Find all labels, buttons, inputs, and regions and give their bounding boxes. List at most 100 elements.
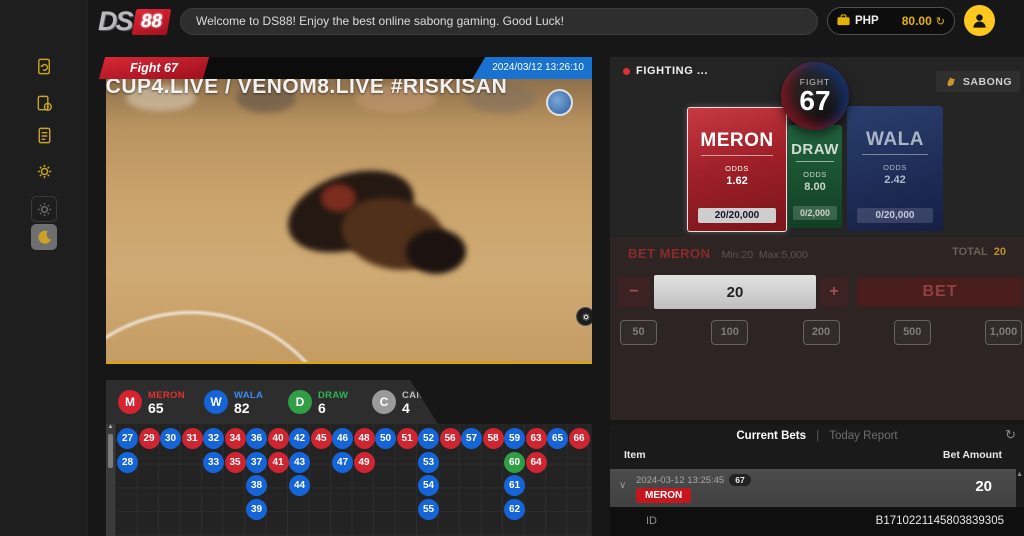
tab-today-report[interactable]: Today Report <box>829 430 897 442</box>
result-dot: 59 <box>504 428 525 449</box>
chip-200[interactable]: 200 <box>803 320 840 345</box>
chevron-down-icon[interactable]: ∨ <box>619 480 626 491</box>
stat-count: 65 <box>148 401 185 415</box>
records-icon[interactable] <box>31 122 57 148</box>
result-dot: 61 <box>504 475 525 496</box>
result-dot: 66 <box>569 428 590 449</box>
result-dot: 48 <box>354 428 375 449</box>
total-label: TOTAL <box>952 246 988 258</box>
max-bet: Max:5,000 <box>759 249 808 261</box>
chip-50[interactable]: 50 <box>620 320 657 345</box>
result-dot: 34 <box>225 428 246 449</box>
stat-label: MERON <box>148 390 185 401</box>
card-divider <box>862 154 928 155</box>
min-bet: Min:20 <box>722 249 754 261</box>
avatar[interactable] <box>964 5 995 36</box>
scrollbar-thumb[interactable] <box>108 434 113 468</box>
withdraw-icon[interactable] <box>31 90 57 116</box>
bet-time: 2024-03-12 13:25:45 <box>636 475 724 486</box>
result-dot: 47 <box>332 452 353 473</box>
result-dot: 42 <box>289 428 310 449</box>
result-dot: 55 <box>418 499 439 520</box>
chip-1000[interactable]: 1,000 <box>985 320 1022 345</box>
bets-tabs: Current Bets | Today Report <box>610 425 1024 447</box>
result-dot: 36 <box>246 428 267 449</box>
card-divider <box>796 161 834 162</box>
wala-card[interactable]: WALA ODDS 2.42 0/20,000 <box>847 106 943 231</box>
odds-value: 1.62 <box>726 175 747 187</box>
live-status-dot <box>623 68 630 75</box>
fight-number: 67 <box>799 87 830 115</box>
bet-amount-input[interactable] <box>654 275 816 309</box>
decrease-bet-button[interactable]: − <box>618 277 650 307</box>
increase-bet-button[interactable]: + <box>820 277 848 307</box>
result-dot: 60 <box>504 452 525 473</box>
stat-label: CANCEL <box>402 390 443 401</box>
bet-button[interactable]: BET <box>857 277 1023 307</box>
result-dot: 57 <box>461 428 482 449</box>
deposit-icon[interactable] <box>31 53 57 79</box>
bet-amount-value: 20 <box>975 478 992 495</box>
result-dot: 51 <box>397 428 418 449</box>
bet-row[interactable]: ∨ 2024-03-12 13:25:4567 MERON 20 <box>610 469 1016 507</box>
dark-mode-icon[interactable] <box>31 224 57 250</box>
result-dot: 27 <box>117 428 138 449</box>
result-dot: 30 <box>160 428 181 449</box>
live-video-player[interactable]: UCUP4.LIVE / VENOM8.LIVE #RISKISAN <box>106 79 592 364</box>
rooster-silhouette <box>406 229 466 274</box>
video-settings-icon[interactable] <box>576 307 592 326</box>
wallet-icon <box>837 14 850 28</box>
draw-badge: D <box>288 390 312 414</box>
cancel-badge: C <box>372 390 396 414</box>
stat-draw: D DRAW6 <box>288 390 352 415</box>
result-dot: 63 <box>526 428 547 449</box>
result-dot: 44 <box>289 475 310 496</box>
scroll-up-icon[interactable]: ▲ <box>106 424 115 430</box>
result-dot: 41 <box>268 452 289 473</box>
result-dot: 58 <box>483 428 504 449</box>
video-timestamp: 2024/03/12 13:26:10 <box>472 57 592 79</box>
card-title: DRAW <box>791 141 839 158</box>
id-label: ID <box>646 515 657 527</box>
grid-scrollbar[interactable]: ▲ <box>106 424 115 536</box>
chip-100[interactable]: 100 <box>711 320 748 345</box>
draw-card[interactable]: DRAW ODDS 8.00 0/2,000 <box>788 125 842 228</box>
rooster-silhouette <box>321 184 356 212</box>
light-mode-icon[interactable] <box>31 196 57 222</box>
meron-card[interactable]: MERON ODDS 1.62 20/20,000 <box>687 107 787 232</box>
bets-scroll-up-icon[interactable]: ▲ <box>1016 471 1023 478</box>
result-dot: 37 <box>246 452 267 473</box>
bets-table-header: Item Bet Amount <box>610 449 1024 467</box>
wallet-balance: 80.00 <box>902 14 932 28</box>
stat-label: DRAW <box>318 390 348 401</box>
stat-cancel: C CANCEL4 <box>372 390 438 415</box>
stat-label: WALA <box>234 390 263 401</box>
wallet-pill[interactable]: PHP 80.00 ↻ <box>827 7 955 35</box>
result-dot: 54 <box>418 475 439 496</box>
stat-meron: M MERON65 <box>118 390 184 415</box>
current-bets-panel: Current Bets | Today Report ↻ Item Bet A… <box>610 425 1024 536</box>
settings-gear-icon[interactable] <box>31 158 57 184</box>
chip-500[interactable]: 500 <box>894 320 931 345</box>
odds-label: ODDS <box>725 164 749 173</box>
stream-watermark: UCUP4.LIVE / VENOM8.LIVE #RISKISAN <box>106 79 507 99</box>
result-dot: 43 <box>289 452 310 473</box>
arena-chalk-ring <box>106 311 346 364</box>
game-type-label: SABONG <box>963 76 1012 88</box>
game-type-chip[interactable]: SABONG <box>936 71 1020 92</box>
welcome-marquee: Welcome to DS88! Enjoy the best online s… <box>180 8 818 35</box>
results-grid[interactable]: ▲ 27282930313233343536373839404142434445… <box>106 424 592 536</box>
bets-refresh-icon[interactable]: ↻ <box>1005 427 1016 443</box>
result-dot: 64 <box>526 452 547 473</box>
result-dot: 31 <box>182 428 203 449</box>
tab-separator: | <box>816 430 819 442</box>
quick-chip-row: 50 100 200 500 1,000 <box>620 320 1022 346</box>
fight-number-badge: Fight 67 <box>99 57 209 79</box>
wallet-refresh-icon[interactable]: ↻ <box>936 15 945 28</box>
bet-info-row: BET MERON Min:20 Max:5,000 TOTAL20 <box>628 246 1006 262</box>
id-value: B1710221145803839305 <box>876 515 1004 527</box>
ds88-logo[interactable]: DS 88 <box>98 6 169 37</box>
col-item: Item <box>624 449 646 461</box>
result-dot: 33 <box>203 452 224 473</box>
tab-current-bets[interactable]: Current Bets <box>736 430 806 442</box>
